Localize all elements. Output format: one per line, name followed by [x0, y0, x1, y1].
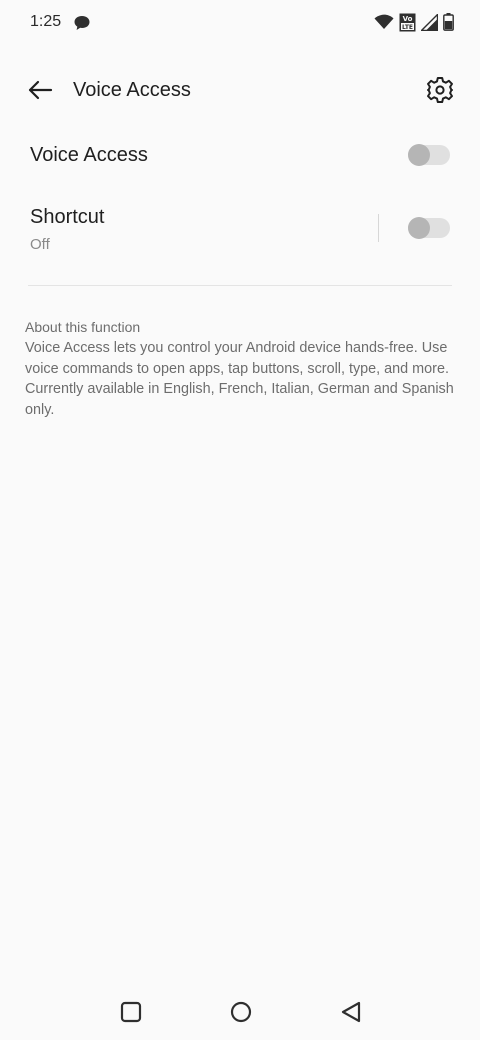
shortcut-label: Shortcut	[30, 206, 105, 228]
switch-thumb	[408, 144, 430, 166]
signal-icon	[421, 13, 438, 31]
arrow-left-icon[interactable]	[26, 76, 54, 104]
volte-icon: Vo LTE	[399, 13, 416, 31]
status-bar: 1:25 Vo LTE	[0, 0, 480, 46]
row-divider	[378, 214, 379, 242]
chat-bubble-icon	[74, 16, 90, 30]
battery-icon	[443, 13, 454, 31]
page-title: Voice Access	[73, 79, 191, 101]
wifi-icon	[374, 14, 394, 29]
voice-access-row[interactable]: Voice Access	[0, 126, 480, 188]
section-divider	[28, 285, 452, 286]
shortcut-switch[interactable]	[408, 217, 450, 239]
status-icons: Vo LTE	[374, 12, 454, 32]
about-heading: About this function	[25, 319, 141, 335]
about-description: Voice Access lets you control your Andro…	[25, 340, 454, 418]
app-bar: Voice Access	[0, 60, 480, 120]
back-triangle-icon[interactable]	[339, 1000, 363, 1024]
navigation-bar	[0, 990, 480, 1040]
volte-text-top: Vo	[403, 15, 413, 23]
voice-access-label: Voice Access	[30, 144, 148, 166]
shortcut-row[interactable]: Shortcut Off	[0, 190, 480, 270]
switch-thumb	[408, 217, 430, 239]
volte-text-bottom: LTE	[402, 24, 413, 31]
voice-access-switch[interactable]	[408, 144, 450, 166]
home-circle-icon[interactable]	[229, 1000, 253, 1024]
recents-square-icon[interactable]	[119, 1000, 143, 1024]
shortcut-status: Off	[30, 236, 50, 253]
status-time: 1:25	[30, 13, 62, 30]
gear-icon[interactable]	[426, 76, 454, 104]
